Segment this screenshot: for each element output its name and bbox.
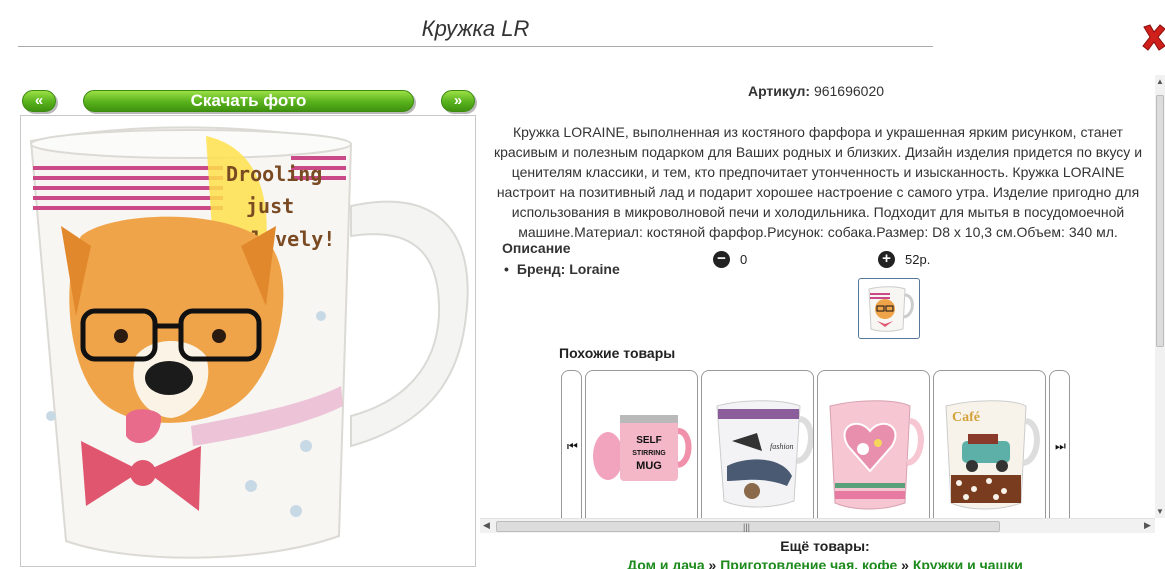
product-thumbnail[interactable] — [858, 278, 920, 339]
product-details-panel: Артикул: 961696020 Кружка LORAINE, выпол… — [480, 75, 1155, 520]
car-cafe-mug-image: Café — [945, 400, 1040, 510]
prev-photo-button[interactable]: « — [22, 90, 56, 112]
svg-text:fashion: fashion — [770, 442, 794, 451]
category-breadcrumb: Дом и дача » Приготовление чая, кофе » К… — [480, 557, 1165, 569]
mug-text-1: Drooling — [226, 162, 322, 186]
svg-text:STIRRING: STIRRING — [632, 450, 666, 457]
carousel-prev-button[interactable]: ⏮ — [561, 370, 582, 520]
self-stirring-mug-image: SELF STIRRING MUG — [593, 415, 692, 481]
page-title: Кружка LR — [421, 16, 530, 41]
article-line: Артикул: 961696020 — [480, 83, 1152, 99]
vertical-scrollbar[interactable]: ▲ ▼ — [1155, 75, 1165, 518]
thumbnail-image — [868, 286, 914, 332]
close-icon — [1142, 24, 1165, 51]
scroll-left-icon[interactable]: ◀ — [483, 520, 490, 531]
mug-illustration: Drooling just lovely! — [29, 126, 469, 559]
minus-icon[interactable]: − — [713, 251, 730, 268]
article-value: 961696020 — [813, 83, 885, 99]
breadcrumb-home-garden[interactable]: Дом и дача — [627, 557, 705, 569]
quantity-value: 0 — [740, 252, 748, 267]
product-photo: Drooling just lovely! — [20, 115, 476, 567]
more-products-title: Ещё товары: — [780, 538, 870, 554]
close-button[interactable] — [1141, 22, 1165, 52]
spec-list: Бренд: Loraine — [504, 261, 620, 277]
heart-flower-mug-image — [829, 400, 924, 510]
mug-text-2: just — [246, 194, 294, 218]
quantity-control: − 0 — [713, 251, 747, 268]
next-photo-button[interactable]: » — [441, 90, 475, 112]
spec-heading: Описание — [502, 240, 571, 256]
scroll-right-icon[interactable]: ▶ — [1144, 520, 1151, 531]
scroll-down-icon[interactable]: ▼ — [1156, 507, 1164, 516]
svg-text:Café: Café — [952, 410, 980, 425]
scroll-grip-icon: ||| — [743, 522, 751, 532]
svg-text:MUG: MUG — [636, 460, 662, 472]
horizontal-scrollbar[interactable]: ◀ ||| ▶ — [480, 518, 1155, 533]
similar-item-self-stirring-mug[interactable]: SELF STIRRING MUG — [585, 370, 698, 520]
product-description: Кружка LORAINE, выполненная из костяного… — [493, 124, 1143, 240]
horizontal-scroll-thumb[interactable]: ||| — [496, 521, 1000, 532]
vertical-scroll-thumb[interactable] — [1156, 95, 1164, 347]
carousel-next-icon: ⏭ — [1055, 439, 1066, 453]
price-control: + 52р. — [878, 251, 930, 268]
breadcrumb-separator: » — [901, 557, 909, 569]
similar-item-car-cafe-mug[interactable]: Café — [933, 370, 1046, 520]
breadcrumb-separator: » — [708, 557, 717, 569]
svg-text:SELF: SELF — [636, 435, 662, 446]
article-label: Артикул: — [747, 83, 811, 99]
title-divider — [18, 46, 933, 47]
download-photo-button[interactable]: Скачать фото — [83, 90, 414, 112]
scroll-up-icon[interactable]: ▲ — [1156, 77, 1164, 86]
similar-item-fashion-mug[interactable]: fashion — [701, 370, 814, 520]
price-value: 52р. — [905, 252, 931, 267]
fashion-mug-image: fashion — [716, 400, 813, 508]
carousel-next-button[interactable]: ⏭ — [1049, 370, 1070, 520]
similar-item-heart-flower-mug[interactable] — [817, 370, 930, 520]
breadcrumb-mugs-cups[interactable]: Кружки и чашки — [913, 557, 1023, 569]
spec-brand: Бренд: Loraine — [504, 261, 620, 277]
plus-icon[interactable]: + — [878, 251, 895, 268]
similar-products-title: Похожие товары — [559, 345, 676, 361]
breadcrumb-tea-coffee[interactable]: Приготовление чая, кофе — [720, 557, 897, 569]
carousel-prev-icon: ⏮ — [567, 439, 578, 453]
